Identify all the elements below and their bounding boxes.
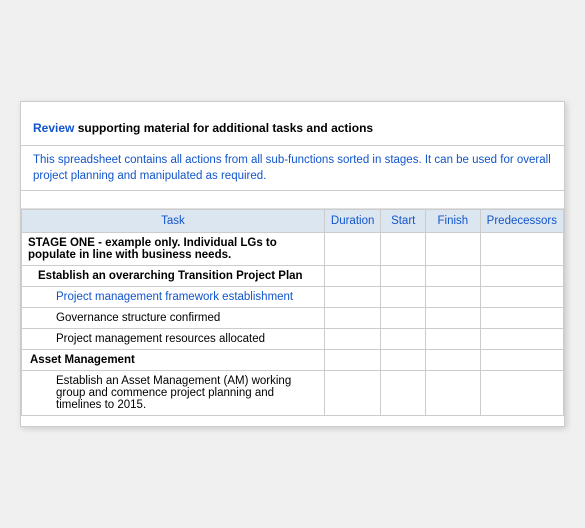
- col-header-duration: Duration: [324, 209, 380, 232]
- col-header-task: Task: [22, 209, 325, 232]
- header-bold-text: supporting material for additional tasks…: [78, 121, 373, 135]
- task-2: Governance structure confirmed: [22, 307, 325, 328]
- task-1-label: Project management framework establishme…: [28, 291, 318, 303]
- empty-spacer: [21, 191, 564, 209]
- col-header-start: Start: [381, 209, 426, 232]
- section-2-label: Asset Management: [22, 349, 325, 370]
- table-row: Project management framework establishme…: [22, 286, 564, 307]
- table-row: Establish an Asset Management (AM) worki…: [22, 370, 564, 415]
- info-section: This spreadsheet contains all actions fr…: [21, 146, 564, 191]
- header-section: Review supporting material for additiona…: [21, 112, 564, 146]
- spreadsheet-container: Review supporting material for additiona…: [20, 101, 565, 427]
- table-row: Project management resources allocated: [22, 328, 564, 349]
- col-header-finish: Finish: [426, 209, 481, 232]
- section-1-label: Establish an overarching Transition Proj…: [22, 265, 325, 286]
- task-3-label: Project management resources allocated: [28, 333, 318, 345]
- section-asset-management: Asset Management: [22, 349, 564, 370]
- header-title: Review supporting material for additiona…: [33, 120, 552, 137]
- task-4: Establish an Asset Management (AM) worki…: [22, 370, 325, 415]
- header-review-text: Review: [33, 121, 78, 135]
- table-header-row: Task Duration Start Finish Predecessors: [22, 209, 564, 232]
- info-text: This spreadsheet contains all actions fr…: [33, 154, 551, 182]
- stage-label: STAGE ONE - example only. Individual LGs…: [22, 232, 325, 265]
- task-1: Project management framework establishme…: [22, 286, 325, 307]
- task-3: Project management resources allocated: [22, 328, 325, 349]
- table-row: Governance structure confirmed: [22, 307, 564, 328]
- task-2-label: Governance structure confirmed: [28, 312, 318, 324]
- section-transition-plan: Establish an overarching Transition Proj…: [22, 265, 564, 286]
- stage-row: STAGE ONE - example only. Individual LGs…: [22, 232, 564, 265]
- col-header-predecessors: Predecessors: [480, 209, 563, 232]
- main-table: Task Duration Start Finish Predecessors …: [21, 209, 564, 416]
- task-4-label: Establish an Asset Management (AM) worki…: [28, 375, 318, 411]
